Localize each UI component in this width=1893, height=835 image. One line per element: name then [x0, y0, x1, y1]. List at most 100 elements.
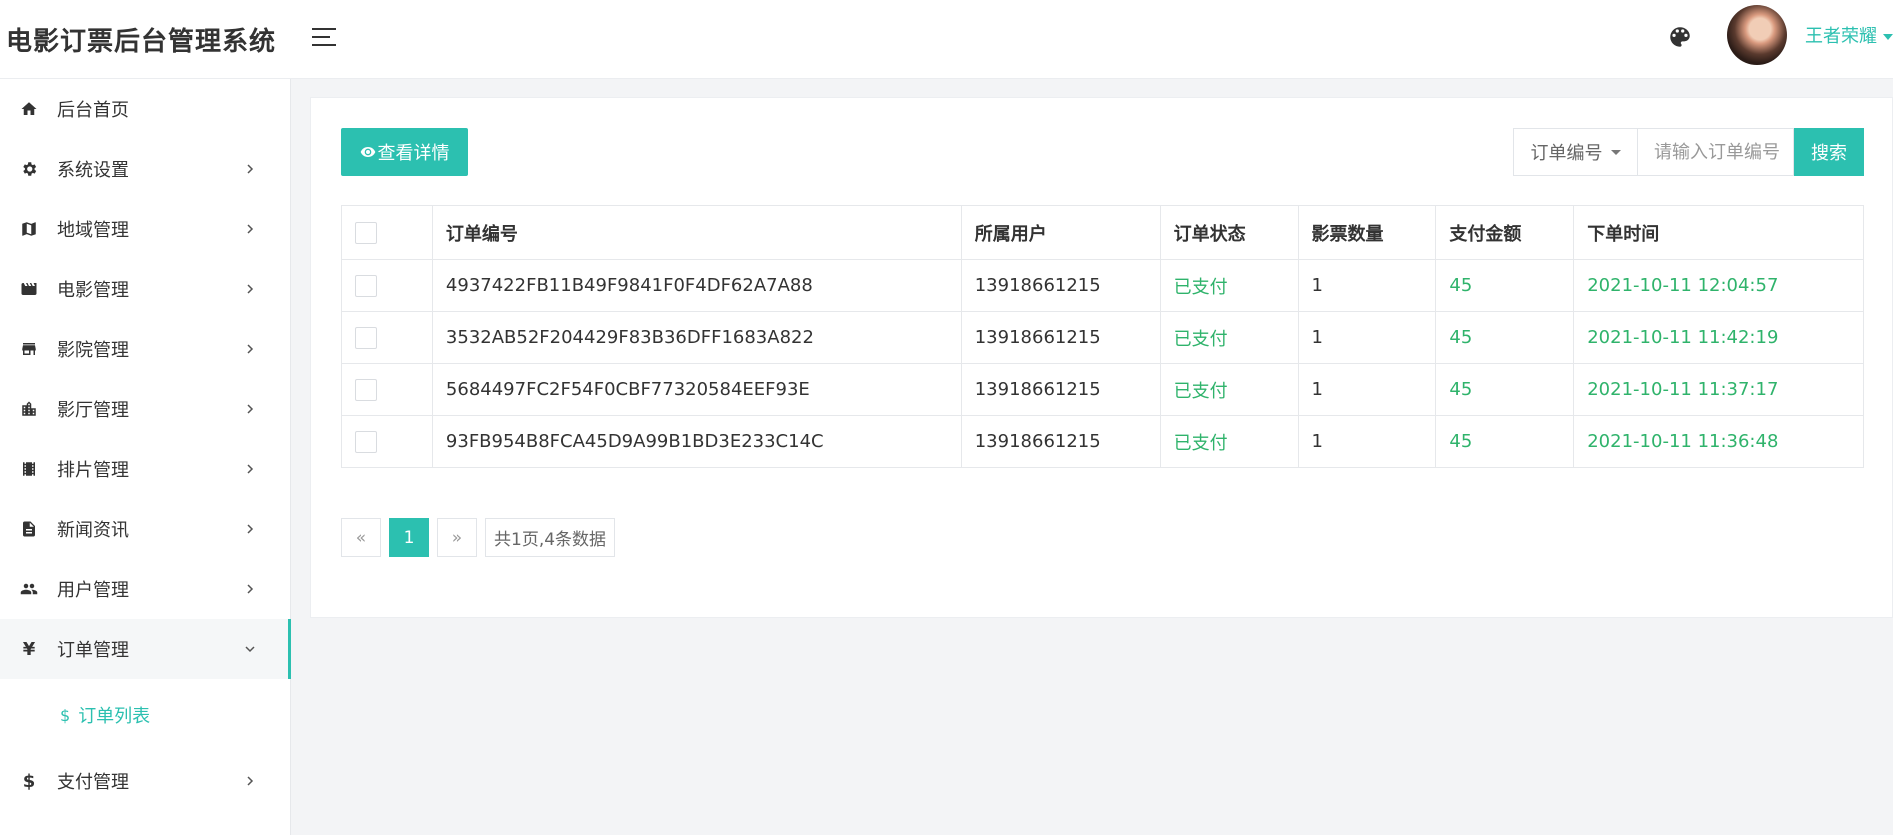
table-header-row: 订单编号 所属用户 订单状态 影票数量 支付金额 下单时间: [341, 205, 1864, 260]
search-input[interactable]: [1637, 128, 1794, 176]
order-time-cell: 2021-10-11 11:42:19: [1573, 311, 1864, 364]
sidebar-item-label: 用户管理: [57, 580, 129, 601]
column-header[interactable]: 订单状态: [1159, 205, 1299, 260]
chevron-right-icon: [244, 401, 256, 417]
quantity-cell: 1: [1297, 311, 1437, 364]
order-time-cell: 2021-10-11 11:36:48: [1573, 415, 1864, 468]
chevron-right-icon: [244, 161, 256, 177]
row-checkbox[interactable]: [355, 378, 377, 401]
eye-icon: [360, 147, 375, 157]
status-cell: 已支付: [1159, 311, 1299, 364]
username-label: 王者荣耀: [1805, 26, 1877, 47]
column-header[interactable]: 下单时间: [1573, 205, 1864, 260]
user-cell: 13918661215: [960, 363, 1161, 416]
sidebar-item-movies[interactable]: 电影管理: [0, 259, 290, 319]
sidebar-item-label: 新闻资讯: [57, 520, 129, 541]
store-icon: [19, 339, 39, 359]
column-header[interactable]: 支付金额: [1435, 205, 1575, 260]
sidebar-item-label: 后台首页: [57, 100, 129, 121]
hamburger-menu-icon[interactable]: [312, 26, 338, 48]
chevron-right-icon: [244, 461, 256, 477]
user-cell: 13918661215: [960, 311, 1161, 364]
quantity-cell: 1: [1297, 415, 1437, 468]
search-button[interactable]: 搜索: [1794, 128, 1864, 176]
order-number-cell: 3532AB52F204429F83B36DFF1683A822: [431, 311, 962, 364]
order-list-panel: 查看详情 订单编号 搜索 订单编号 所属用户 订单状态 影票数量 支付金额 下单…: [310, 97, 1893, 618]
amount-cell: 45: [1435, 259, 1575, 312]
map-icon: [19, 219, 39, 239]
chevron-right-icon: [244, 581, 256, 597]
table-row[interactable]: 4937422FB11B49F9841F0F4DF62A7A88 1391866…: [341, 259, 1864, 312]
sidebar-item-news[interactable]: 新闻资讯: [0, 499, 290, 559]
select-all-checkbox[interactable]: [355, 221, 377, 244]
sidebar-item-label: 电影管理: [57, 280, 129, 301]
yen-icon: ¥: [22, 638, 36, 660]
chevron-right-icon: [244, 221, 256, 237]
search-field-select[interactable]: 订单编号: [1513, 128, 1637, 176]
order-number-cell: 93FB954B8FCA45D9A99B1BD3E233C14C: [431, 415, 962, 468]
sidebar-item-label: 地域管理: [57, 220, 129, 241]
palette-icon[interactable]: [1667, 24, 1693, 50]
row-checkbox[interactable]: [355, 274, 377, 297]
sidebar: 后台首页 系统设置 地域管理 电影管理 影院管理 影厅管理 排片管理 新闻资讯 …: [0, 79, 291, 835]
sidebar-item-label: 订单管理: [57, 640, 129, 661]
row-select-cell: [341, 415, 433, 468]
sidebar-item-payments[interactable]: $ 支付管理: [0, 751, 290, 811]
table-row[interactable]: 3532AB52F204429F83B36DFF1683A822 1391866…: [341, 311, 1864, 364]
sidebar-item-schedule[interactable]: 排片管理: [0, 439, 290, 499]
row-checkbox[interactable]: [355, 326, 377, 349]
order-number-cell: 5684497FC2F54F0CBF77320584EEF93E: [431, 363, 962, 416]
dollar-icon: $: [22, 770, 36, 792]
caret-down-icon: [1610, 149, 1621, 155]
order-time-cell: 2021-10-11 11:37:17: [1573, 363, 1864, 416]
app-title: 电影订票后台管理系统: [6, 27, 277, 57]
page-1-button[interactable]: 1: [389, 518, 429, 557]
column-header[interactable]: 订单编号: [431, 205, 962, 260]
sidebar-item-label: 排片管理: [57, 460, 129, 481]
quantity-cell: 1: [1297, 259, 1437, 312]
building-icon: [19, 399, 39, 419]
order-time-cell: 2021-10-11 12:04:57: [1573, 259, 1864, 312]
avatar[interactable]: [1727, 5, 1787, 65]
amount-cell: 45: [1435, 363, 1575, 416]
sidebar-item-region[interactable]: 地域管理: [0, 199, 290, 259]
row-select-cell: [341, 363, 433, 416]
chevron-right-icon: [244, 521, 256, 537]
table-row[interactable]: 93FB954B8FCA45D9A99B1BD3E233C14C 1391866…: [341, 415, 1864, 468]
pagination-summary: 共1页,4条数据: [485, 518, 616, 557]
sidebar-item-orders[interactable]: ¥ 订单管理: [0, 619, 291, 679]
sidebar-item-label: 影院管理: [57, 340, 129, 361]
view-detail-button[interactable]: 查看详情: [341, 128, 468, 176]
row-select-cell: [341, 311, 433, 364]
caret-down-icon: [1883, 34, 1893, 40]
sidebar-item-label: 支付管理: [57, 772, 129, 793]
row-checkbox[interactable]: [355, 430, 377, 453]
sidebar-item-cinemas[interactable]: 影院管理: [0, 319, 290, 379]
sidebar-subitem-order-list[interactable]: $ 订单列表: [0, 679, 290, 751]
chevron-down-icon: [244, 641, 256, 657]
chevron-right-icon: [244, 281, 256, 297]
sidebar-item-users[interactable]: 用户管理: [0, 559, 290, 619]
prev-page-button[interactable]: «: [341, 518, 381, 557]
dollar-icon: $: [60, 705, 71, 725]
gear-icon: [19, 159, 39, 179]
sidebar-item-label: 系统设置: [57, 160, 129, 181]
status-cell: 已支付: [1159, 363, 1299, 416]
home-icon: [19, 99, 39, 119]
column-header[interactable]: 影票数量: [1297, 205, 1437, 260]
column-header[interactable]: 所属用户: [960, 205, 1161, 260]
sidebar-item-settings[interactable]: 系统设置: [0, 139, 290, 199]
sidebar-item-home[interactable]: 后台首页: [0, 79, 290, 139]
order-number-cell: 4937422FB11B49F9841F0F4DF62A7A88: [431, 259, 962, 312]
film-icon: [19, 279, 39, 299]
select-all-cell: [341, 205, 433, 260]
sidebar-item-halls[interactable]: 影厅管理: [0, 379, 290, 439]
status-cell: 已支付: [1159, 415, 1299, 468]
amount-cell: 45: [1435, 311, 1575, 364]
table-row[interactable]: 5684497FC2F54F0CBF77320584EEF93E 1391866…: [341, 363, 1864, 416]
next-page-button[interactable]: »: [437, 518, 477, 557]
user-cell: 13918661215: [960, 259, 1161, 312]
search-group: 订单编号 搜索: [1513, 128, 1864, 176]
user-menu[interactable]: 王者荣耀: [1805, 22, 1893, 48]
top-header: 电影订票后台管理系统 王者荣耀: [0, 0, 1893, 79]
